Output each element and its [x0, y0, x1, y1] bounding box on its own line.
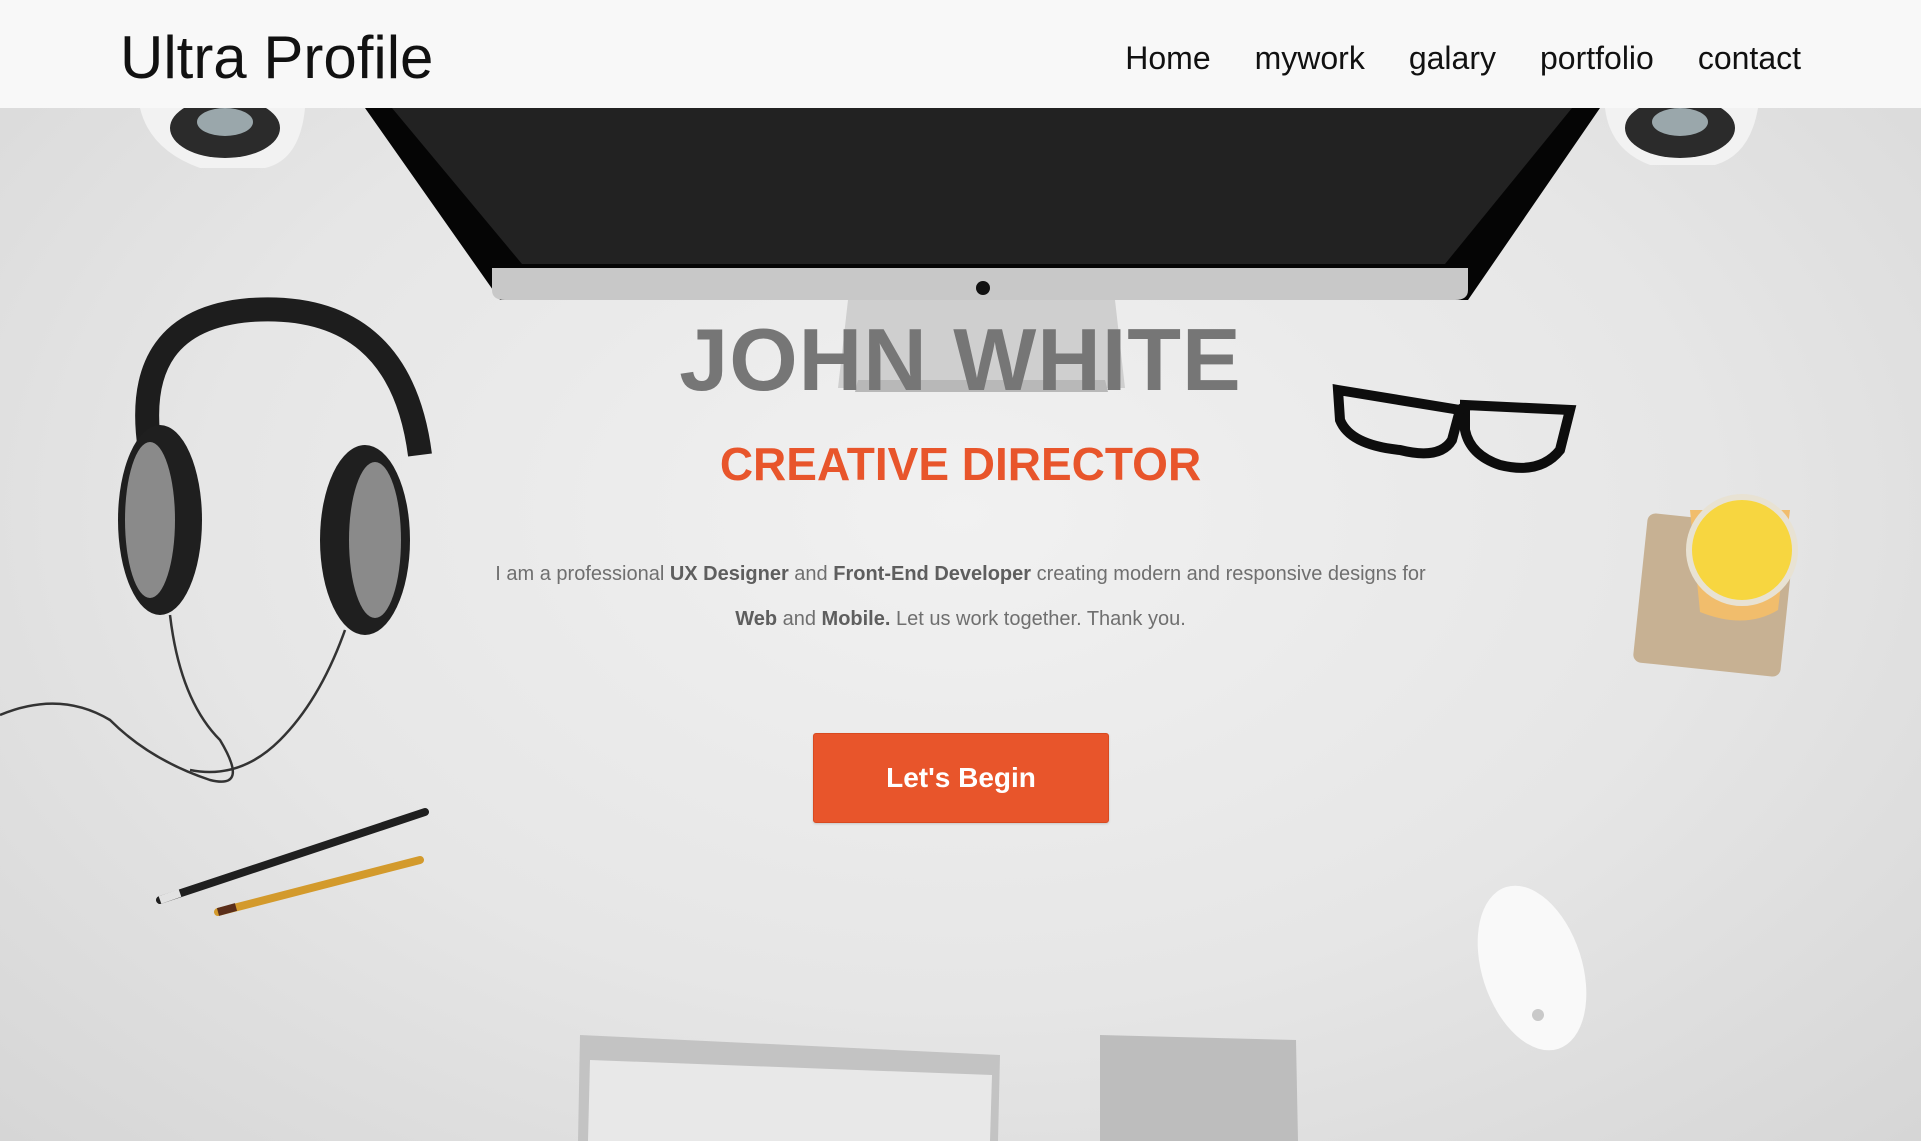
hero-name: JOHN WHITE [679, 310, 1242, 409]
nav-item-portfolio[interactable]: portfolio [1540, 36, 1654, 80]
nav-menu: Home mywork galary portfolio contact [1125, 36, 1801, 80]
speaker-left-image [140, 98, 305, 168]
bio-text: Let us work together. Thank you. [890, 608, 1186, 630]
page: Ultra Profile Home mywork galary portfol… [0, 0, 1921, 1141]
trackpad-image [1100, 1035, 1298, 1141]
nav-item-mywork[interactable]: mywork [1255, 36, 1365, 80]
hero-role: CREATIVE DIRECTOR [719, 438, 1202, 490]
nav-item-home[interactable]: Home [1125, 36, 1210, 80]
bio-highlight-front-end-developer: Front-End Developer [833, 563, 1032, 585]
keyboard-image [578, 1035, 1000, 1141]
speaker-right-image [1605, 98, 1758, 165]
bio-text: and [788, 563, 834, 585]
nav-item-galary[interactable]: galary [1409, 36, 1496, 80]
mouse-image [1477, 885, 1587, 1051]
bio-highlight-ux-designer: UX Designer [669, 563, 789, 585]
bio-highlight-web: Web [735, 608, 778, 630]
bio-text: I am a professional [495, 563, 670, 585]
bio-text: and [777, 608, 822, 630]
hero-bio: I am a professional UX Designer and Fron… [0, 552, 1921, 642]
bio-text: creating modern and responsive designs f… [1031, 563, 1426, 585]
bio-line-2: Web and Mobile. Let us work together. Th… [0, 597, 1921, 642]
nav-item-contact[interactable]: contact [1698, 36, 1801, 80]
bio-highlight-mobile: Mobile. [821, 608, 891, 630]
bio-line-1: I am a professional UX Designer and Fron… [0, 552, 1921, 597]
pencils-image [156, 808, 429, 916]
brand-logo[interactable]: Ultra Profile [120, 24, 433, 92]
lets-begin-button[interactable]: Let's Begin [813, 733, 1109, 823]
navbar: Ultra Profile Home mywork galary portfol… [0, 0, 1921, 108]
